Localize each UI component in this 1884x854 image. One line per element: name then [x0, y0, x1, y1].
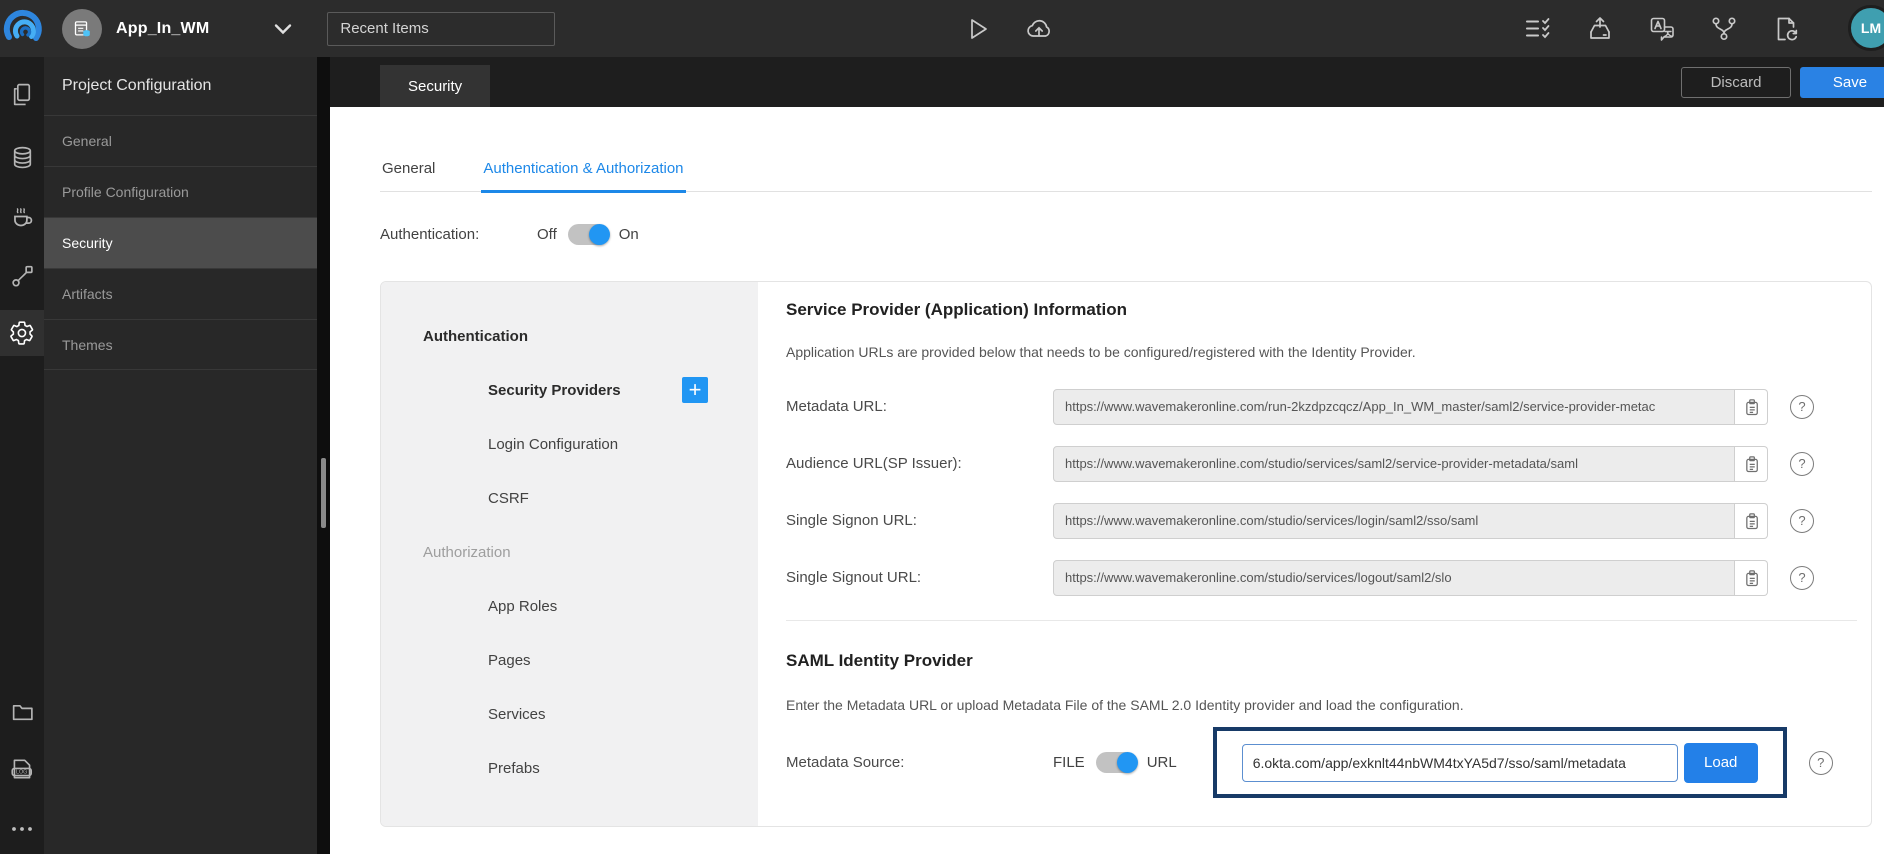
svg-text:LOG: LOG — [16, 770, 27, 776]
authentication-toggle[interactable] — [567, 224, 610, 245]
app-name: App_In_WM — [116, 19, 210, 37]
add-security-provider-button[interactable]: + — [682, 377, 708, 403]
metadata-source-toggle[interactable] — [1095, 752, 1138, 773]
sp-info-panel: Service Provider (Application) Informati… — [758, 282, 1871, 826]
run-actions — [962, 0, 1054, 57]
nav-item-csrf[interactable]: CSRF — [423, 490, 529, 507]
top-bar: App_In_WM Recent Items LM — [0, 0, 1884, 57]
user-avatar[interactable]: LM — [1848, 5, 1884, 51]
pages-module-icon[interactable] — [0, 71, 44, 117]
sidebar-item-themes[interactable]: Themes — [44, 319, 317, 370]
more-options-icon[interactable] — [0, 806, 44, 852]
save-button[interactable]: Save — [1800, 67, 1884, 98]
audience-url-input[interactable] — [1053, 445, 1735, 482]
security-config-nav: Authentication Security Providers + Logi… — [381, 282, 758, 826]
copy-icon[interactable] — [1735, 388, 1768, 425]
load-button[interactable]: Load — [1683, 742, 1758, 783]
single-signon-url-row: Single Signon URL: ? — [786, 492, 1871, 549]
discard-button[interactable]: Discard — [1681, 67, 1791, 98]
copy-icon[interactable] — [1735, 502, 1768, 539]
nav-section-authentication: Authentication — [423, 327, 528, 345]
config-sidebar: Project Configuration General Profile Co… — [44, 57, 317, 854]
sp-info-title: Service Provider (Application) Informati… — [786, 300, 1128, 319]
authentication-label: Authentication: — [380, 226, 480, 243]
file-explorer-icon[interactable] — [0, 688, 44, 734]
wavemaker-logo-icon — [0, 7, 46, 51]
module-rail: LOG — [0, 57, 44, 854]
sidebar-item-artifacts[interactable]: Artifacts — [44, 268, 317, 319]
metadata-source-label: Metadata Source: — [786, 754, 905, 771]
page-title-tab[interactable]: Security — [380, 65, 491, 107]
single-signout-url-input[interactable] — [1053, 559, 1735, 596]
authentication-toggle-row: Authentication: Off On — [380, 224, 1884, 245]
metadata-url-row: Metadata URL: ? — [786, 378, 1871, 435]
page-header: Security Discard Save — [330, 57, 1884, 107]
help-icon[interactable]: ? — [1790, 565, 1814, 590]
scrollbar-thumb[interactable] — [321, 458, 326, 528]
saml-idp-title: SAML Identity Provider — [786, 651, 973, 670]
saml-idp-description: Enter the Metadata URL or upload Metadat… — [786, 697, 1464, 713]
file-sync-icon[interactable] — [1772, 15, 1800, 43]
url-option-label: URL — [1146, 754, 1177, 771]
settings-module-icon[interactable] — [0, 310, 44, 356]
file-option-label: FILE — [1053, 754, 1085, 771]
checklist-icon[interactable] — [1524, 15, 1552, 43]
audience-url-label: Audience URL(SP Issuer): — [786, 455, 962, 472]
recent-items-input[interactable] — [327, 11, 556, 46]
nav-item-pages[interactable]: Pages — [423, 652, 531, 669]
single-signon-url-input[interactable] — [1053, 502, 1735, 539]
cloud-upload-icon[interactable] — [1024, 14, 1054, 44]
metadata-url-highlight-box: Load — [1212, 727, 1787, 798]
sp-info-description: Application URLs are provided below that… — [786, 344, 1416, 360]
single-signout-url-row: Single Signout URL: ? — [786, 549, 1871, 606]
security-config-card: Authentication Security Providers + Logi… — [380, 281, 1872, 827]
sidebar-item-security[interactable]: Security — [44, 217, 317, 268]
help-icon[interactable]: ? — [1790, 451, 1814, 476]
section-divider — [786, 620, 1857, 621]
tab-general[interactable]: General — [380, 160, 437, 191]
metadata-url-input[interactable] — [1053, 388, 1735, 425]
app-icon — [62, 8, 102, 49]
nav-item-app-roles[interactable]: App Roles — [423, 598, 557, 615]
export-deploy-icon[interactable] — [1586, 15, 1614, 43]
security-tabs: General Authentication & Authorization — [380, 160, 1872, 193]
scrollbar-track — [317, 57, 330, 854]
single-signout-url-label: Single Signout URL: — [786, 569, 922, 586]
sidebar-item-profile-configuration[interactable]: Profile Configuration — [44, 166, 317, 217]
apis-module-icon[interactable] — [0, 252, 44, 298]
run-icon[interactable] — [962, 14, 992, 44]
chevron-down-icon[interactable] — [273, 23, 293, 35]
sidebar-item-general[interactable]: General — [44, 115, 317, 166]
security-content: General Authentication & Authorization A… — [330, 107, 1884, 854]
nav-item-login-configuration[interactable]: Login Configuration — [423, 436, 618, 453]
nav-section-authorization: Authorization — [423, 543, 511, 561]
java-services-icon[interactable] — [0, 194, 44, 240]
copy-icon[interactable] — [1735, 559, 1768, 596]
toolbar-icons — [1524, 0, 1800, 57]
logs-icon[interactable]: LOG — [0, 746, 44, 792]
idp-metadata-url-input[interactable] — [1241, 743, 1678, 782]
help-icon[interactable]: ? — [1790, 508, 1814, 533]
help-icon[interactable]: ? — [1808, 750, 1833, 775]
nav-item-prefabs[interactable]: Prefabs — [423, 760, 540, 777]
audience-url-row: Audience URL(SP Issuer): ? — [786, 435, 1871, 492]
sidebar-title: Project Configuration — [62, 77, 212, 94]
metadata-url-label: Metadata URL: — [786, 398, 887, 415]
database-module-icon[interactable] — [0, 134, 44, 180]
help-icon[interactable]: ? — [1790, 394, 1814, 419]
single-signon-url-label: Single Signon URL: — [786, 512, 917, 529]
toggle-on-label: On — [618, 226, 639, 243]
toggle-off-label: Off — [537, 226, 557, 243]
nav-item-services[interactable]: Services — [423, 706, 546, 723]
version-control-icon[interactable] — [1710, 15, 1738, 43]
nav-item-security-providers[interactable]: Security Providers — [423, 382, 621, 399]
tab-authentication-authorization[interactable]: Authentication & Authorization — [481, 160, 686, 193]
copy-icon[interactable] — [1735, 445, 1768, 482]
metadata-source-row: Metadata Source: FILE URL Load ? — [786, 727, 1871, 798]
translate-icon[interactable] — [1648, 15, 1676, 43]
